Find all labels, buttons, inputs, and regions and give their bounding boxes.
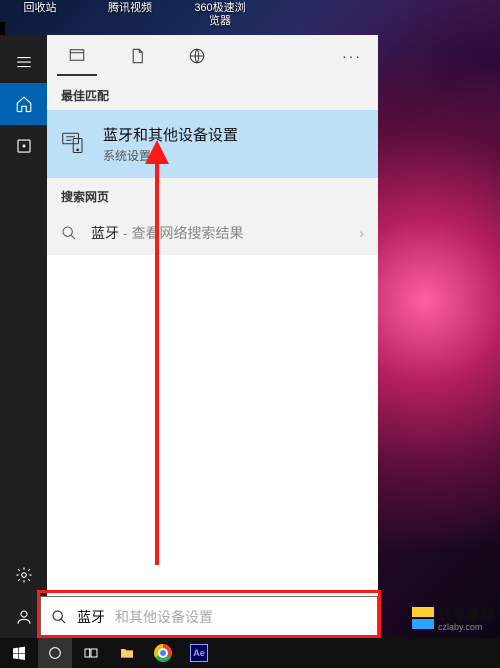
hamburger-icon	[15, 53, 33, 71]
cortana-icon	[47, 645, 63, 661]
search-rail	[0, 35, 47, 638]
chrome-button[interactable]	[146, 638, 180, 668]
chevron-right-icon: ›	[359, 225, 364, 241]
tab-all[interactable]	[57, 36, 97, 76]
watermark-brand: 纯净基地	[438, 606, 494, 622]
best-match-title: 蓝牙和其他设备设置	[103, 124, 238, 145]
gear-icon	[15, 566, 33, 584]
home-button[interactable]	[0, 83, 47, 125]
web-query: 蓝牙	[91, 225, 119, 241]
hamburger-button[interactable]	[0, 41, 47, 83]
results-empty-area	[47, 255, 378, 638]
folder-icon	[119, 645, 135, 661]
apps-icon	[15, 137, 33, 155]
tab-web[interactable]	[177, 36, 217, 76]
desktop-icon-360[interactable]: 360极速浏览器	[190, 2, 250, 28]
devices-settings-icon	[61, 128, 89, 161]
desktop-icon-recycle[interactable]: 回收站	[10, 2, 70, 28]
taskbar: Ae	[0, 638, 500, 668]
desktop-icons-row: 回收站 腾讯视频 360极速浏览器	[0, 0, 500, 30]
filter-tabs: ···	[47, 35, 378, 77]
search-results-body: ··· 最佳匹配 蓝牙和其他设备设置 系统设置 搜索网页 蓝牙 - 查看网络搜索…	[47, 35, 378, 638]
web-hint: - 查看网络搜索结果	[119, 225, 243, 241]
chrome-icon	[154, 644, 172, 662]
aftereffects-icon: Ae	[190, 644, 208, 662]
watermark-url: czlaby.com	[438, 622, 494, 632]
annotation-arrow-stem	[155, 160, 159, 565]
feedback-icon	[15, 608, 33, 626]
taskview-button[interactable]	[74, 638, 108, 668]
cortana-button[interactable]	[38, 638, 72, 668]
globe-icon	[188, 47, 206, 65]
watermark-glyph	[412, 607, 434, 629]
section-search-web: 搜索网页	[47, 178, 378, 211]
search-icon	[61, 225, 77, 241]
tab-documents[interactable]	[117, 36, 157, 76]
start-search-panel: ··· 最佳匹配 蓝牙和其他设备设置 系统设置 搜索网页 蓝牙 - 查看网络搜索…	[0, 35, 378, 638]
home-icon	[15, 95, 33, 113]
apps-button[interactable]	[0, 125, 47, 167]
web-search-result[interactable]: 蓝牙 - 查看网络搜索结果 ›	[47, 211, 378, 255]
document-icon	[128, 47, 146, 65]
aftereffects-button[interactable]: Ae	[182, 638, 216, 668]
all-icon	[68, 46, 86, 64]
windows-icon	[11, 645, 27, 661]
search-input-box[interactable]: 蓝牙和其他设备设置	[40, 596, 378, 638]
tab-more[interactable]: ···	[336, 42, 368, 70]
search-ghost-text: 和其他设备设置	[115, 607, 213, 627]
search-typed-text: 蓝牙	[77, 607, 105, 627]
desktop-icon-tencent[interactable]: 腾讯视频	[100, 2, 160, 28]
web-result-text: 蓝牙 - 查看网络搜索结果	[91, 223, 243, 243]
best-match-query: 蓝牙	[103, 127, 133, 144]
explorer-button[interactable]	[110, 638, 144, 668]
best-match-result[interactable]: 蓝牙和其他设备设置 系统设置	[47, 110, 378, 178]
search-icon	[51, 609, 67, 625]
taskview-icon	[83, 645, 99, 661]
section-best-match: 最佳匹配	[47, 77, 378, 110]
watermark: 纯净基地 czlaby.com	[412, 604, 494, 632]
start-button[interactable]	[2, 638, 36, 668]
settings-button[interactable]	[0, 554, 47, 596]
best-match-sub: 系统设置	[103, 147, 238, 164]
